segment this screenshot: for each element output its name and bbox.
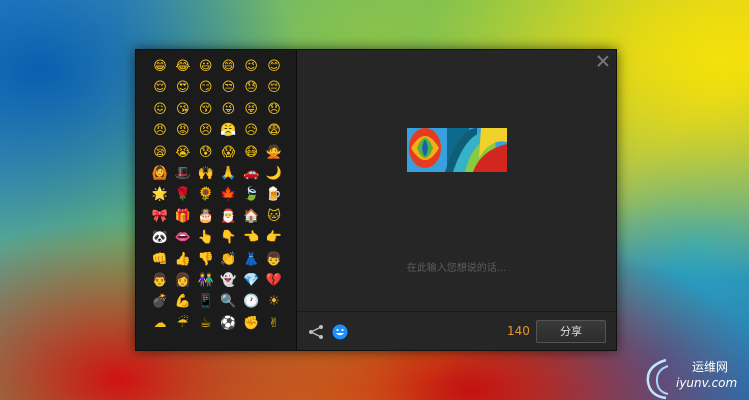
share-dialog: 😁 😂 😃 😄 😉 😊 😌 😍 😏 😒 😓 😔 😖 😘 😚 😜 😝 😞 😠 😡 😣 😤 😥 😨 😪 😭 😰 😱 😷 🙅 🙆 🎩 🙌 🙏 🚗 🌙 🌟 🌹 🌻 🍁… bbox=[135, 49, 617, 351]
emoji-item[interactable]: 🙌 bbox=[195, 163, 217, 184]
emoji-item[interactable]: 👫 bbox=[195, 270, 217, 291]
emoji-item[interactable]: 👇 bbox=[217, 227, 239, 248]
emoji-item[interactable]: 😠 bbox=[149, 120, 171, 141]
emoji-item[interactable]: 😍 bbox=[172, 77, 194, 98]
emoji-item[interactable]: 🌹 bbox=[172, 184, 194, 205]
emoji-item[interactable]: 🍁 bbox=[217, 184, 239, 205]
share-button[interactable]: 分享 bbox=[536, 320, 606, 343]
emoji-item[interactable]: 💪 bbox=[172, 291, 194, 312]
smile-icon[interactable] bbox=[332, 324, 348, 340]
emoji-item[interactable]: 🎅 bbox=[217, 206, 239, 227]
emoji-item[interactable]: 👆 bbox=[195, 227, 217, 248]
emoji-item[interactable]: 👄 bbox=[172, 227, 194, 248]
emoji-item[interactable]: 🙆 bbox=[149, 163, 171, 184]
emoji-item[interactable]: 😞 bbox=[263, 99, 285, 120]
emoji-item[interactable]: 😔 bbox=[263, 77, 285, 98]
compose-toolbar: 140 分享 bbox=[297, 311, 616, 351]
emoji-item[interactable]: 👩 bbox=[172, 270, 194, 291]
emoji-item[interactable]: 🕐 bbox=[240, 291, 262, 312]
emoji-item[interactable]: 👻 bbox=[217, 270, 239, 291]
emoji-item[interactable]: 😡 bbox=[172, 120, 194, 141]
emoji-item[interactable]: 🚗 bbox=[240, 163, 262, 184]
emoji-item[interactable]: 👦 bbox=[263, 249, 285, 270]
emoji-item[interactable]: 💣 bbox=[149, 291, 171, 312]
emoji-item[interactable]: 🙅 bbox=[263, 142, 285, 163]
emoji-item[interactable]: 🙏 bbox=[217, 163, 239, 184]
emoji-item[interactable]: 😃 bbox=[195, 56, 217, 77]
emoji-item[interactable]: 🌙 bbox=[263, 163, 285, 184]
message-input-placeholder[interactable]: 在此输入您想说的话... bbox=[297, 259, 616, 274]
emoji-item[interactable]: ✊ bbox=[240, 313, 262, 334]
emoji-item[interactable]: ☀ bbox=[263, 291, 285, 312]
emoji-item[interactable]: ✌ bbox=[263, 313, 285, 334]
emoji-item[interactable]: 👊 bbox=[149, 249, 171, 270]
emoji-item[interactable]: 👈 bbox=[240, 227, 262, 248]
emoji-item[interactable]: 😷 bbox=[240, 142, 262, 163]
emoji-item[interactable]: 😰 bbox=[195, 142, 217, 163]
emoji-item[interactable]: 🎩 bbox=[172, 163, 194, 184]
watermark-title: 运维网 bbox=[692, 360, 729, 374]
emoji-item[interactable]: 😜 bbox=[217, 99, 239, 120]
emoji-item[interactable]: 😄 bbox=[217, 56, 239, 77]
emoji-item[interactable]: 😖 bbox=[149, 99, 171, 120]
emoji-item[interactable]: 😪 bbox=[149, 142, 171, 163]
emoji-item[interactable]: 👗 bbox=[240, 249, 262, 270]
compose-area[interactable]: 在此输入您想说的话... 140 分享 bbox=[297, 50, 616, 350]
close-icon[interactable] bbox=[596, 54, 610, 68]
hot-air-balloons-image bbox=[407, 128, 507, 172]
emoji-item[interactable]: 🍺 bbox=[263, 184, 285, 205]
emoji-item[interactable]: 👍 bbox=[172, 249, 194, 270]
emoji-item[interactable]: 😚 bbox=[195, 99, 217, 120]
character-count: 140 bbox=[507, 324, 530, 338]
emoji-item[interactable]: 🎂 bbox=[195, 206, 217, 227]
emoji-item[interactable]: 🐼 bbox=[149, 227, 171, 248]
emoji-item[interactable]: 😂 bbox=[172, 56, 194, 77]
emoji-item[interactable]: 👉 bbox=[263, 227, 285, 248]
emoji-item[interactable]: ☔ bbox=[172, 313, 194, 334]
emoji-panel: 😁 😂 😃 😄 😉 😊 😌 😍 😏 😒 😓 😔 😖 😘 😚 😜 😝 😞 😠 😡 😣 😤 😥 😨 😪 😭 😰 😱 😷 🙅 🙆 🎩 🙌 🙏 🚗 🌙 🌟 🌹 🌻 🍁… bbox=[136, 50, 297, 350]
emoji-item[interactable]: ☕ bbox=[195, 313, 217, 334]
emoji-item[interactable]: 😏 bbox=[195, 77, 217, 98]
emoji-item[interactable]: 💎 bbox=[240, 270, 262, 291]
share-nodes-icon[interactable] bbox=[308, 324, 324, 340]
emoji-item[interactable]: 😱 bbox=[217, 142, 239, 163]
emoji-item[interactable]: 👏 bbox=[217, 249, 239, 270]
emoji-item[interactable]: 😤 bbox=[217, 120, 239, 141]
watermark-url: iyunv.com bbox=[676, 376, 738, 390]
emoji-item[interactable]: 😨 bbox=[263, 120, 285, 141]
emoji-item[interactable]: 👎 bbox=[195, 249, 217, 270]
emoji-item[interactable]: 😉 bbox=[240, 56, 262, 77]
emoji-item[interactable]: 🐱 bbox=[263, 206, 285, 227]
emoji-item[interactable]: 😥 bbox=[240, 120, 262, 141]
emoji-item[interactable]: 📱 bbox=[195, 291, 217, 312]
emoji-item[interactable]: 🏠 bbox=[240, 206, 262, 227]
attached-image-thumbnail bbox=[407, 128, 507, 172]
emoji-item[interactable]: 🌟 bbox=[149, 184, 171, 205]
emoji-item[interactable]: 💔 bbox=[263, 270, 285, 291]
emoji-item[interactable]: 🎁 bbox=[172, 206, 194, 227]
emoji-item[interactable]: 🍃 bbox=[240, 184, 262, 205]
emoji-item[interactable]: 😁 bbox=[149, 56, 171, 77]
emoji-item[interactable]: 🎀 bbox=[149, 206, 171, 227]
emoji-item[interactable]: 😒 bbox=[217, 77, 239, 98]
emoji-item[interactable]: 😓 bbox=[240, 77, 262, 98]
emoji-item[interactable]: 👨 bbox=[149, 270, 171, 291]
emoji-item[interactable]: 😝 bbox=[240, 99, 262, 120]
emoji-item[interactable]: 🌻 bbox=[195, 184, 217, 205]
emoji-item[interactable]: 😭 bbox=[172, 142, 194, 163]
emoji-item[interactable]: ⚽ bbox=[217, 313, 239, 334]
emoji-item[interactable]: 🔍 bbox=[217, 291, 239, 312]
emoji-item[interactable]: ☁ bbox=[149, 313, 171, 334]
emoji-item[interactable]: 😘 bbox=[172, 99, 194, 120]
emoji-item[interactable]: 😌 bbox=[149, 77, 171, 98]
emoji-grid: 😁 😂 😃 😄 😉 😊 😌 😍 😏 😒 😓 😔 😖 😘 😚 😜 😝 😞 😠 😡 😣 😤 😥 😨 😪 😭 😰 😱 😷 🙅 🙆 🎩 🙌 🙏 🚗 🌙 🌟 🌹 🌻 🍁… bbox=[149, 56, 289, 334]
emoji-item[interactable]: 😣 bbox=[195, 120, 217, 141]
emoji-item[interactable]: 😊 bbox=[263, 56, 285, 77]
